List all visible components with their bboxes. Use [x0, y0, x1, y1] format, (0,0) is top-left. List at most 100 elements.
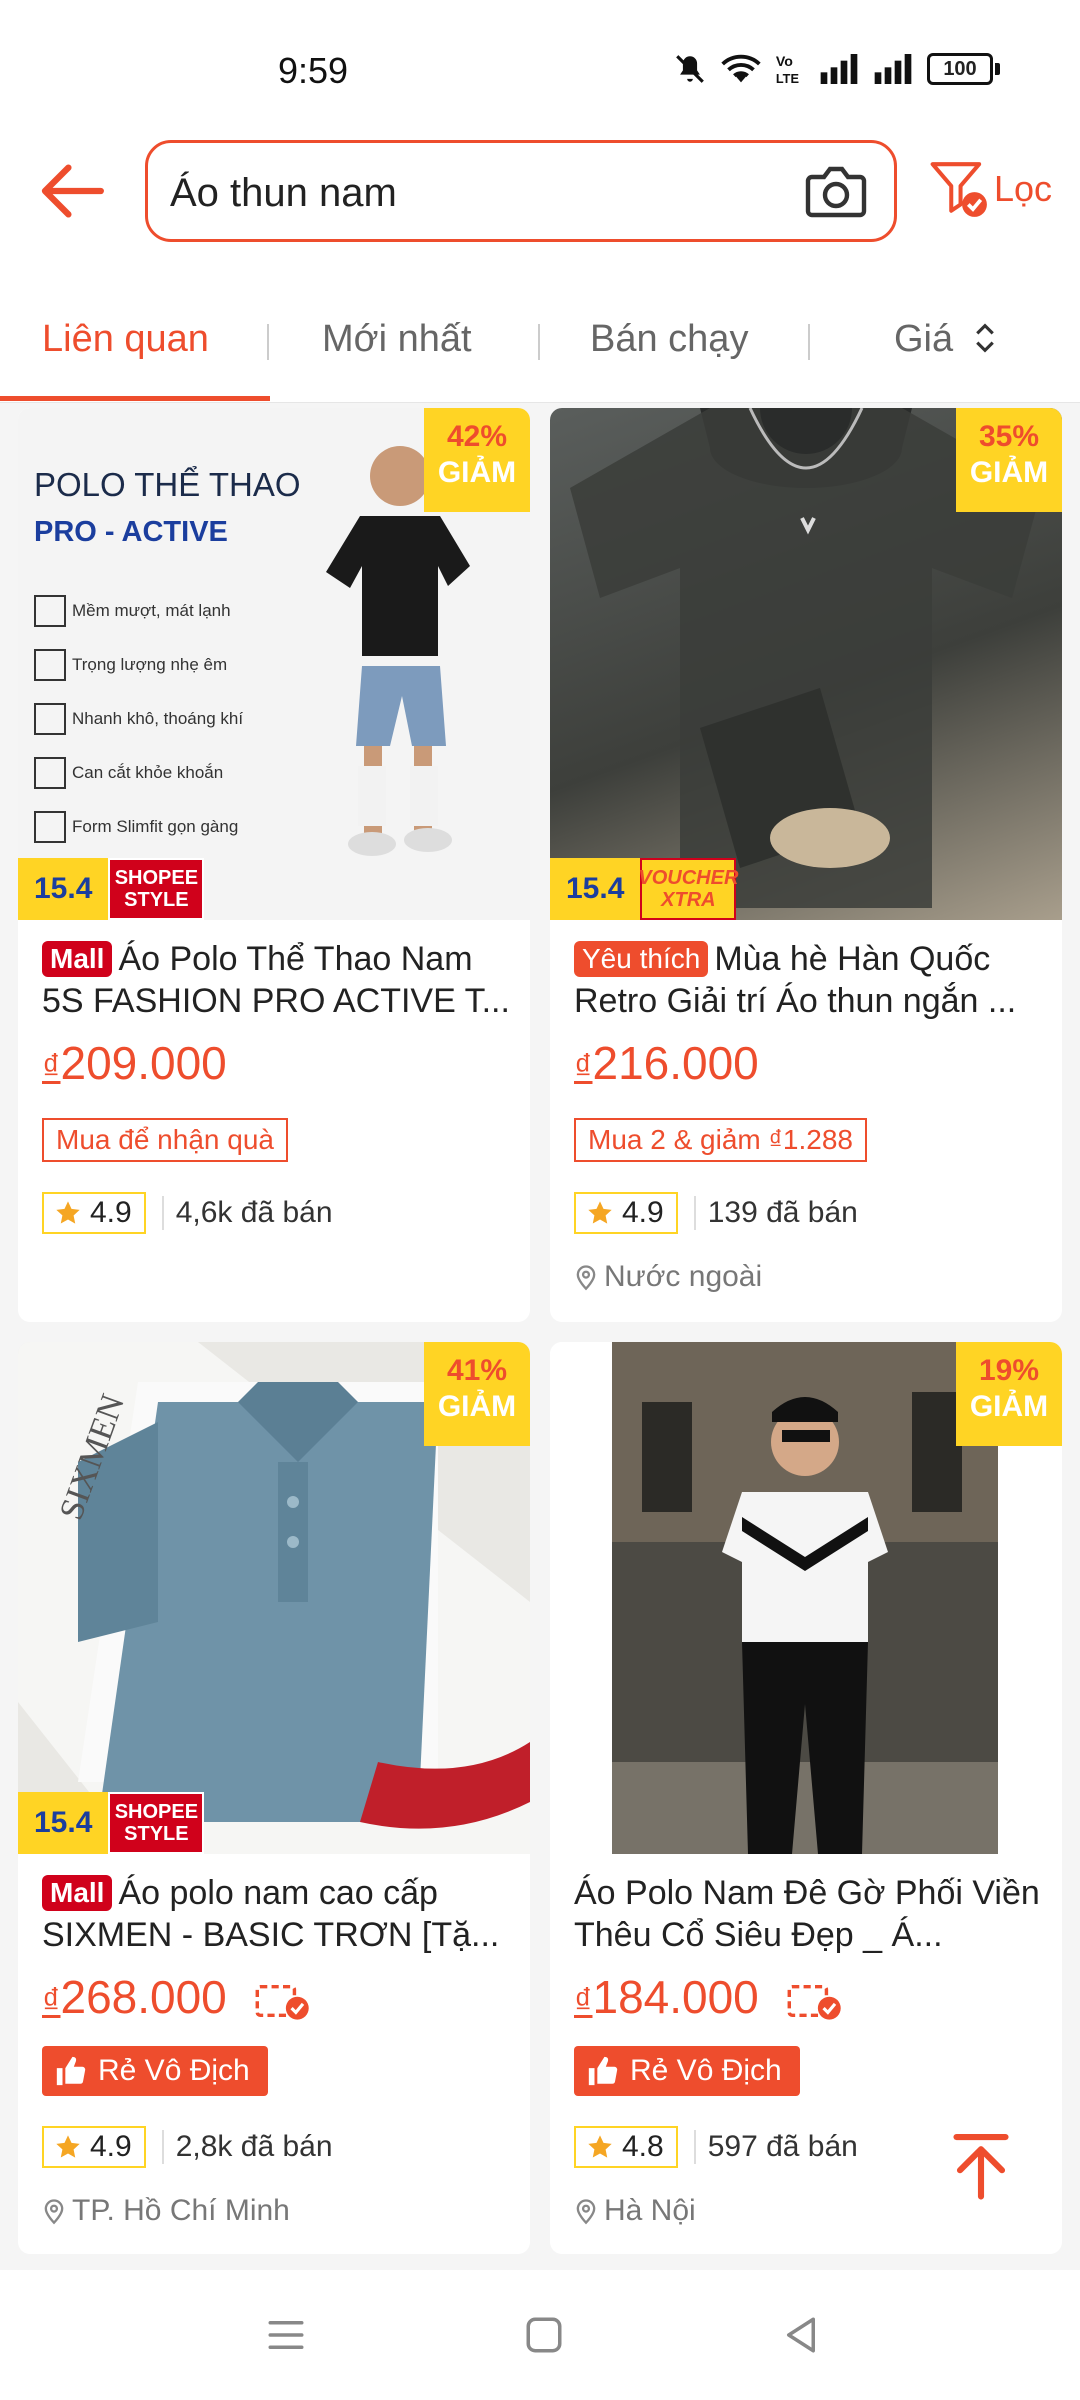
product-price: ₫184.000: [574, 1970, 844, 2024]
location-pin-icon: [576, 2199, 596, 2225]
filter-button[interactable]: Lọc: [928, 158, 1052, 220]
product-card[interactable]: POLO THỂ THAO PRO - ACTIVE Mềm mượt, mát…: [18, 408, 530, 1322]
sold-count: 139 đã bán: [693, 1196, 858, 1230]
product-price: ₫268.000: [42, 1970, 312, 2024]
status-icons: Vo LTE 100: [673, 52, 1000, 86]
shopee-style-badge: SHOPEE STYLE: [108, 858, 205, 920]
filter-label: Lọc: [994, 168, 1053, 209]
sold-count: 2,8k đã bán: [161, 2130, 333, 2164]
product-price: ₫216.000: [574, 1037, 759, 1089]
re-vo-dich-badge: Rẻ Vô Địch: [574, 2046, 800, 2096]
nav-menu-icon[interactable]: [265, 2314, 307, 2356]
discount-badge: 19% GIẢM: [956, 1342, 1062, 1446]
filter-icon: [930, 162, 987, 217]
free-ship-icon: [787, 1984, 841, 2020]
wifi-icon: [721, 54, 761, 83]
product-image: POLO THỂ THAO PRO - ACTIVE Mềm mượt, mát…: [18, 408, 530, 920]
tab-gia[interactable]: Giá: [894, 318, 998, 361]
promo-tag: Mua 2 & giảm ₫1.288: [574, 1118, 867, 1162]
location-row: Hà Nội: [574, 2194, 696, 2228]
product-title[interactable]: Mall Áo Polo Thể Thao Nam 5S FASHION PRO …: [42, 938, 512, 1022]
nav-back-icon[interactable]: [780, 2314, 822, 2356]
status-time: 9:59: [278, 50, 349, 91]
discount-badge: 41% GIẢM: [424, 1342, 530, 1446]
star-icon: [588, 2135, 612, 2158]
tab-lien-quan[interactable]: Liên quan: [42, 318, 209, 361]
mall-label: Mall: [42, 1875, 113, 1911]
location-row: Nước ngoài: [574, 1260, 762, 1294]
star-icon: [588, 1201, 612, 1224]
location-row: TP. Hồ Chí Minh: [42, 2194, 290, 2228]
nav-home-icon[interactable]: [523, 2314, 565, 2356]
back-arrow-icon[interactable]: [36, 155, 108, 227]
product-card[interactable]: 35% GIẢM 15.4 VOUCHER XTRA Yêu thích Mùa hè…: [550, 408, 1062, 1322]
system-nav-bar: [0, 2270, 1080, 2400]
product-image: 35% GIẢM 15.4 VOUCHER XTRA: [550, 408, 1062, 920]
sort-tabs: Liên quan Mới nhất Bán chạy Giá: [0, 260, 1080, 403]
rating-box: 4.9: [42, 2126, 146, 2168]
tab-gia-label: Giá: [894, 318, 954, 360]
battery-tip: [995, 63, 1000, 75]
product-title[interactable]: Yêu thích Mùa hè Hàn Quốc Retro Giải trí …: [574, 938, 1044, 1022]
campaign-strip: 15.4 SHOPEE STYLE: [18, 858, 205, 920]
campaign-strip: 15.4 VOUCHER XTRA: [550, 858, 738, 920]
rating-row: 4.9 2,8k đã bán: [42, 2126, 333, 2168]
favorite-label: Yêu thích: [574, 941, 709, 977]
product-image: SIXMEN 41% GIẢM 15.4 SHOPEE STYLE: [18, 1342, 530, 1854]
volte-icon: VoLTE: [776, 54, 799, 86]
thumbs-up-icon: [56, 2056, 86, 2086]
model-photo-illustration: [612, 1342, 998, 1854]
mute-icon: [676, 55, 704, 83]
tab-divider: [808, 324, 810, 360]
status-bar: 9:59 Vo LTE 100: [0, 0, 1080, 130]
promo-tag: Mua để nhận quà: [42, 1118, 288, 1162]
date-badge: 15.4: [550, 858, 641, 920]
tab-moi-nhat[interactable]: Mới nhất: [322, 318, 472, 361]
discount-badge: 42% GIẢM: [424, 408, 530, 512]
signal-icon-2: [874, 54, 912, 84]
star-icon: [56, 2135, 80, 2158]
rating-box: 4.9: [42, 1192, 146, 1234]
search-input[interactable]: Áo thun nam: [145, 140, 897, 242]
product-image: 19% GIẢM: [550, 1342, 1062, 1854]
product-title[interactable]: Áo Polo Nam Đê Gờ Phối Viền Thêu Cổ Siêu…: [574, 1872, 1044, 1956]
shopee-style-badge: SHOPEE STYLE: [108, 1792, 205, 1854]
sold-count: 4,6k đã bán: [161, 1196, 333, 1230]
tab-ban-chay[interactable]: Bán chạy: [590, 318, 748, 361]
thumbs-up-icon: [588, 2056, 618, 2086]
location-pin-icon: [44, 2199, 64, 2225]
tab-active-indicator: [0, 396, 270, 401]
campaign-strip: 15.4 SHOPEE STYLE: [18, 1792, 205, 1854]
image-subheading: PRO - ACTIVE: [34, 516, 228, 548]
svg-text:Vo: Vo: [776, 54, 793, 70]
product-card[interactable]: SIXMEN 41% GIẢM 15.4 SHOPEE STYLE Mall Áo p…: [18, 1342, 530, 2254]
discount-badge: 35% GIẢM: [956, 408, 1062, 512]
battery-indicator: 100: [927, 53, 993, 85]
scroll-top-icon[interactable]: [946, 2130, 1016, 2200]
location-pin-icon: [576, 1265, 596, 1291]
product-price: ₫209.000: [42, 1037, 227, 1089]
mall-label: Mall: [42, 941, 113, 977]
search-header: Áo thun nam Lọc: [0, 130, 1080, 260]
star-icon: [56, 1201, 80, 1224]
sold-count: 597 đã bán: [693, 2130, 858, 2164]
rating-box: 4.8: [574, 2126, 678, 2168]
svg-text:LTE: LTE: [776, 71, 799, 86]
sort-icon: [975, 323, 994, 353]
tab-divider: [267, 324, 269, 360]
rating-row: 4.9 139 đã bán: [574, 1192, 858, 1234]
rating-box: 4.9: [574, 1192, 678, 1234]
product-title[interactable]: Mall Áo polo nam cao cấp SIXMEN - BASIC T…: [42, 1872, 512, 1956]
feature-list: Mềm mượt, mát lạnh Trọng lượng nhẹ êm Nh…: [34, 584, 243, 854]
camera-icon[interactable]: [804, 161, 868, 221]
signal-icon: [820, 54, 858, 84]
voucher-xtra-badge: VOUCHER XTRA: [638, 858, 738, 920]
product-card[interactable]: 19% GIẢM Áo Polo Nam Đê Gờ Phối Viền Thêu…: [550, 1342, 1062, 2254]
search-value: Áo thun nam: [170, 171, 397, 215]
free-ship-icon: [255, 1984, 309, 2020]
re-vo-dich-badge: Rẻ Vô Địch: [42, 2046, 268, 2096]
image-heading: POLO THỂ THAO: [34, 466, 301, 503]
tab-divider: [538, 324, 540, 360]
rating-row: 4.9 4,6k đã bán: [42, 1192, 333, 1234]
date-badge: 15.4: [18, 1792, 109, 1854]
